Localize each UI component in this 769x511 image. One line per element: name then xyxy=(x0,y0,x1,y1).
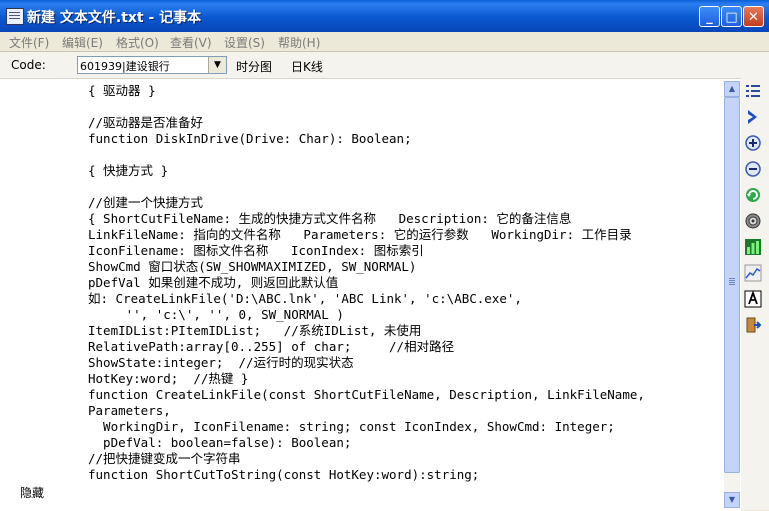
text-line: Parameters, xyxy=(88,403,171,418)
menu-file[interactable]: 文件(F) xyxy=(9,34,49,51)
tool-sidebar xyxy=(741,78,769,510)
hide-toggle[interactable]: 隐藏 xyxy=(20,484,44,501)
scrollbar-thumb[interactable] xyxy=(724,97,740,473)
code-label: Code: xyxy=(11,58,46,72)
text-line: '', 'c:\', '', 0, SW_NORMAL ) xyxy=(88,307,344,322)
minimize-button[interactable]: _ xyxy=(699,6,720,27)
text-line: ShowCmd 窗口状态(SW_SHOWMAXIMIZED, SW_NORMAL… xyxy=(88,259,417,274)
bar-chart-icon[interactable] xyxy=(744,238,762,256)
text-line: { 快捷方式 } xyxy=(88,163,169,178)
menu-edit[interactable]: 编辑(E) xyxy=(62,34,103,51)
text-line: WorkingDir, IconFilename: string; const … xyxy=(88,419,615,434)
text-line: IconFilename: 图标文件名称 IconIndex: 图标索引 xyxy=(88,243,424,258)
text-line: function ShortCutToString(const HotKey:w… xyxy=(88,467,480,482)
text-line: pDefVal: boolean=false): Boolean; xyxy=(88,435,352,450)
window-title: 新建 文本文件.txt - 记事本 xyxy=(27,10,202,26)
text-line: function DiskInDrive(Drive: Char): Boole… xyxy=(88,131,412,146)
zoom-in-icon[interactable] xyxy=(744,134,762,152)
line-chart-icon[interactable] xyxy=(744,264,762,282)
stock-select-value: 601939|建设银行 xyxy=(80,60,170,73)
zoom-out-icon[interactable] xyxy=(744,160,762,178)
scroll-down-icon[interactable]: ▼ xyxy=(724,492,740,508)
menu-bar: 文件(F) 编辑(E) 格式(O) 查看(V) 设置(S) 帮助(H) xyxy=(0,32,769,52)
title-bar[interactable]: 新建 文本文件.txt - 记事本 _ □ ✕ xyxy=(0,0,769,32)
text-line: //创建一个快捷方式 xyxy=(88,195,204,210)
text-line: pDefVal 如果创建不成功, 则返回此默认值 xyxy=(88,275,339,290)
text-line: ItemIDList:PItemIDList; //系统IDList, 未使用 xyxy=(88,323,422,338)
arrow-right-icon[interactable] xyxy=(744,108,762,126)
text-line: 如: CreateLinkFile('D:\ABC.lnk', 'ABC Lin… xyxy=(88,291,522,306)
menu-view[interactable]: 查看(V) xyxy=(170,34,212,51)
font-icon[interactable] xyxy=(744,290,762,308)
text-line: RelativePath:array[0..255] of char; //相对… xyxy=(88,339,455,354)
menu-help[interactable]: 帮助(H) xyxy=(278,34,320,51)
daily-kline-link[interactable]: 日K线 xyxy=(291,58,323,75)
text-content[interactable]: { 驱动器 } //驱动器是否准备好 function DiskInDrive(… xyxy=(88,79,724,511)
chevron-down-icon[interactable]: ▼ xyxy=(208,57,226,73)
text-line: HotKey:word; //热键 } xyxy=(88,371,249,386)
target-icon[interactable] xyxy=(744,212,762,230)
time-chart-link[interactable]: 时分图 xyxy=(236,58,272,75)
text-line: ShowState:integer; //运行时的现实状态 xyxy=(88,355,354,370)
stock-toolbar: Code: 601939|建设银行 ▼ 时分图 日K线 xyxy=(0,52,769,78)
editor-area[interactable]: { 驱动器 } //驱动器是否准备好 function DiskInDrive(… xyxy=(0,78,741,511)
text-line: LinkFileName: 指向的文件名称 Parameters: 它的运行参数… xyxy=(88,227,632,242)
list-icon[interactable] xyxy=(744,82,762,100)
refresh-icon[interactable] xyxy=(744,186,762,204)
text-line: { 驱动器 } xyxy=(88,83,156,98)
vertical-scrollbar[interactable]: ▲ ▼ xyxy=(724,81,740,508)
text-line: //驱动器是否准备好 xyxy=(88,115,204,130)
menu-settings[interactable]: 设置(S) xyxy=(224,34,265,51)
close-button[interactable]: ✕ xyxy=(743,6,764,27)
text-line: //把快捷键变成一个字符串 xyxy=(88,451,241,466)
stock-select[interactable]: 601939|建设银行 ▼ xyxy=(77,56,227,74)
exit-icon[interactable] xyxy=(744,316,762,334)
maximize-button[interactable]: □ xyxy=(721,6,742,27)
text-line: { ShortCutFileName: 生成的快捷方式文件名称 Descript… xyxy=(88,211,572,226)
scroll-up-icon[interactable]: ▲ xyxy=(724,81,740,97)
text-line: function CreateLinkFile(const ShortCutFi… xyxy=(88,387,645,402)
menu-format[interactable]: 格式(O) xyxy=(116,34,159,51)
notepad-icon xyxy=(6,8,24,25)
